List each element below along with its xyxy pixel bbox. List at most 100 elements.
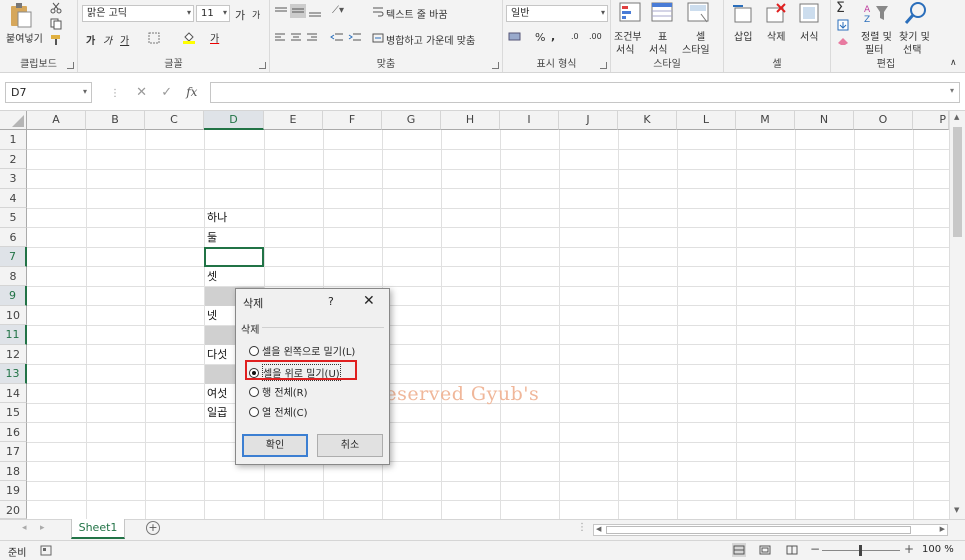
radio-shift-left[interactable]: 셀을 왼쪽으로 밀기(L) bbox=[249, 343, 355, 358]
active-cell-d7[interactable] bbox=[204, 246, 264, 267]
cancel-button[interactable]: 취소 bbox=[317, 434, 383, 457]
row-header-2[interactable]: 2 bbox=[0, 149, 27, 169]
currency-icon[interactable] bbox=[508, 31, 522, 43]
select-all-corner[interactable] bbox=[0, 111, 27, 130]
number-format-select[interactable]: 일반 ▾ bbox=[506, 5, 608, 22]
row-header-10[interactable]: 10 bbox=[0, 305, 27, 325]
zoom-in-icon[interactable]: + bbox=[904, 542, 914, 556]
insert-cells-icon[interactable] bbox=[731, 2, 755, 24]
cell-d14[interactable]: 여섯 bbox=[204, 384, 227, 403]
format-cells-icon[interactable] bbox=[798, 2, 822, 24]
col-header-j[interactable]: J bbox=[559, 111, 618, 130]
zoom-level[interactable]: 100 % bbox=[922, 544, 954, 555]
font-launcher[interactable] bbox=[259, 62, 266, 69]
clipboard-launcher[interactable] bbox=[67, 62, 74, 69]
merge-center-icon[interactable] bbox=[372, 32, 384, 44]
conditional-format-icon[interactable] bbox=[619, 2, 643, 24]
col-header-c[interactable]: C bbox=[145, 111, 204, 130]
zoom-out-icon[interactable]: − bbox=[810, 542, 820, 556]
merge-center-button[interactable]: 병합하고 가운데 맞춤 bbox=[386, 32, 475, 47]
alignment-launcher[interactable] bbox=[492, 62, 499, 69]
sort-filter-line2[interactable]: 필터 bbox=[865, 41, 883, 56]
row-header-1[interactable]: 1 bbox=[0, 130, 27, 150]
formula-input[interactable] bbox=[210, 82, 960, 103]
macro-record-icon[interactable] bbox=[40, 545, 52, 556]
sort-filter-icon[interactable]: AZ bbox=[863, 2, 889, 24]
col-header-e[interactable]: E bbox=[264, 111, 323, 130]
row-header-9[interactable]: 9 bbox=[0, 286, 27, 306]
scroll-down-icon[interactable]: ▼ bbox=[954, 506, 959, 514]
grow-font-button[interactable]: 가 bbox=[235, 7, 245, 23]
row-header-16[interactable]: 16 bbox=[0, 422, 27, 442]
row-header-5[interactable]: 5 bbox=[0, 208, 27, 228]
zoom-slider[interactable] bbox=[822, 545, 900, 556]
align-bottom-icon[interactable] bbox=[308, 6, 322, 18]
zoom-thumb[interactable] bbox=[859, 545, 862, 556]
sheet-tab-sheet1[interactable]: Sheet1 bbox=[71, 519, 125, 539]
col-header-k[interactable]: K bbox=[618, 111, 677, 130]
next-sheet-icon[interactable]: ▸ bbox=[40, 523, 45, 533]
align-middle-icon[interactable] bbox=[290, 4, 306, 18]
format-button[interactable]: 서식 bbox=[800, 28, 818, 43]
align-center-icon[interactable] bbox=[290, 32, 302, 44]
bold-button[interactable]: 가 bbox=[86, 32, 95, 47]
row-header-7[interactable]: 7 bbox=[0, 247, 27, 267]
wrap-text-button[interactable]: 텍스트 줄 바꿈 bbox=[386, 6, 448, 21]
insert-function-icon[interactable]: fx bbox=[186, 85, 197, 99]
row-header-15[interactable]: 15 bbox=[0, 403, 27, 423]
align-right-icon[interactable] bbox=[306, 32, 318, 44]
format-as-table-line2[interactable]: 서식 bbox=[649, 41, 667, 56]
wrap-text-icon[interactable] bbox=[372, 5, 384, 17]
radio-entire-column[interactable]: 열 전체(C) bbox=[249, 404, 308, 419]
percent-button[interactable]: % bbox=[535, 31, 545, 44]
decrease-indent-icon[interactable] bbox=[330, 32, 344, 44]
scroll-up-icon[interactable]: ▲ bbox=[954, 113, 959, 121]
row-header-17[interactable]: 17 bbox=[0, 442, 27, 462]
row-header-14[interactable]: 14 bbox=[0, 383, 27, 403]
insert-button[interactable]: 삽입 bbox=[734, 28, 752, 43]
worksheet-grid[interactable]: A B C D E F G H I J K L M N O P 1 2 3 4 … bbox=[0, 111, 965, 519]
page-break-icon[interactable] bbox=[785, 543, 799, 557]
orientation-icon[interactable]: ⟋▾ bbox=[332, 5, 344, 16]
scroll-thumb[interactable] bbox=[606, 526, 911, 534]
expand-formula-icon[interactable]: ▾ bbox=[950, 86, 954, 95]
cut-icon[interactable] bbox=[50, 2, 62, 14]
row-header-11[interactable]: 11 bbox=[0, 325, 27, 345]
font-color-button[interactable]: 가 bbox=[210, 30, 219, 45]
col-header-p[interactable]: P bbox=[913, 111, 949, 130]
cell-d10[interactable]: 넷 bbox=[204, 306, 217, 325]
name-box[interactable]: D7 ▾ bbox=[5, 82, 92, 103]
col-header-i[interactable]: I bbox=[500, 111, 559, 130]
col-header-l[interactable]: L bbox=[677, 111, 736, 130]
fill-icon[interactable] bbox=[837, 19, 849, 31]
shrink-font-button[interactable]: 가 bbox=[252, 8, 260, 21]
format-painter-icon[interactable] bbox=[50, 34, 62, 46]
col-header-b[interactable]: B bbox=[86, 111, 145, 130]
col-header-h[interactable]: H bbox=[441, 111, 500, 130]
cancel-icon[interactable]: ✕ bbox=[136, 85, 147, 100]
prev-sheet-icon[interactable]: ◂ bbox=[22, 523, 27, 533]
col-header-g[interactable]: G bbox=[382, 111, 441, 130]
add-sheet-icon[interactable]: + bbox=[146, 521, 160, 535]
col-header-n[interactable]: N bbox=[795, 111, 854, 130]
font-name-select[interactable]: 맑은 고딕 ▾ bbox=[82, 5, 194, 22]
cell-d8[interactable]: 셋 bbox=[204, 267, 217, 286]
italic-button[interactable]: 가 bbox=[103, 32, 112, 47]
ok-button[interactable]: 확인 bbox=[242, 434, 308, 457]
scroll-left-icon[interactable]: ◀ bbox=[596, 525, 601, 533]
scroll-thumb[interactable] bbox=[953, 127, 962, 237]
vertical-scrollbar[interactable]: ▲ ▼ bbox=[949, 111, 965, 519]
increase-indent-icon[interactable] bbox=[348, 32, 362, 44]
find-select-icon[interactable] bbox=[903, 0, 929, 26]
row-header-12[interactable]: 12 bbox=[0, 344, 27, 364]
cell-d15[interactable]: 일곱 bbox=[204, 403, 227, 422]
fill-color-icon[interactable] bbox=[182, 30, 196, 44]
help-icon[interactable]: ? bbox=[328, 295, 334, 308]
row-header-18[interactable]: 18 bbox=[0, 461, 27, 481]
paste-icon[interactable] bbox=[8, 2, 34, 28]
number-launcher[interactable] bbox=[600, 62, 607, 69]
normal-view-icon[interactable] bbox=[732, 543, 746, 557]
align-top-icon[interactable] bbox=[274, 6, 288, 18]
decrease-decimal-button[interactable]: .00 bbox=[589, 32, 602, 41]
delete-button[interactable]: 삭제 bbox=[767, 28, 785, 43]
